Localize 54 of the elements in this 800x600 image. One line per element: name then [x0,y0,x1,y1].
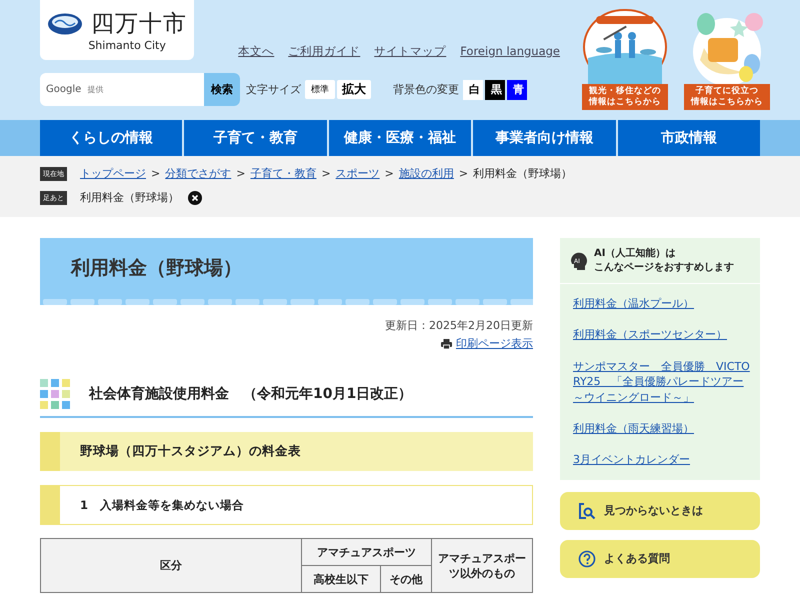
help-button[interactable]: 見つからないときは [560,492,760,530]
page-title: 利用料金（野球場） [71,256,242,280]
header-link[interactable]: サイトマップ [374,44,446,59]
banner-caption[interactable]: 子育てに役立つ 情報はこちらから [684,84,770,110]
nav-tab[interactable]: 市政情報 [618,120,760,156]
breadcrumb-link[interactable]: 分類でさがす [165,166,232,181]
background-color-button[interactable]: 青 [507,80,527,100]
breadcrumb-current: 利用料金（野球場） [473,166,572,181]
breadcrumb-link[interactable]: トップページ [80,166,146,181]
table-header: アマチュアスポーツ [302,538,432,566]
search-button[interactable]: 検索 [204,73,240,106]
recommended-link[interactable]: 利用料金（雨天練習場） [573,420,750,436]
background-color-button[interactable]: 白 [463,80,483,100]
recommended-link[interactable]: 利用料金（スポーツセンター） [573,327,750,343]
breadcrumb-link[interactable]: 子育て・教育 [250,166,316,181]
header-link[interactable]: 本文へ [238,44,274,59]
faq-button[interactable]: よくある質問 [560,540,760,578]
printer-icon [441,338,452,348]
background-color-button[interactable]: 黒 [485,80,505,100]
subsection-heading: 1 入場料金等を集めない場合 [80,498,244,512]
breadcrumb-separator: > [458,167,468,180]
recommendation-title: AI（人工知能）は こんなページをおすすめします [594,247,734,274]
table-header: その他 [380,566,432,592]
print-link[interactable]: 印刷ページ表示 [456,336,533,351]
table-header: 高校生以下 [302,566,380,592]
breadcrumb-separator: > [151,167,160,180]
tile-grid-icon [40,379,70,409]
recommended-link[interactable]: 利用料金（温水プール） [573,296,750,312]
question-icon [578,550,596,568]
text-size-button[interactable]: 拡大 [337,80,371,99]
header-link[interactable]: ご利用ガイド [288,44,360,59]
section-heading: 社会体育施設使用料金 （令和元年10月1日改正） [89,385,412,403]
table-header: 区分 [40,538,302,592]
text-size-button[interactable]: 標準 [305,80,335,99]
search-field[interactable]: Google 提供 検索 [40,73,240,106]
updated-date: 更新日：2025年2月20日更新 [385,318,533,333]
recommended-link[interactable]: 3月イベントカレンダー [573,452,750,468]
close-icon[interactable] [188,190,202,204]
site-logo[interactable]: 四万十市 Shimanto City [40,0,194,60]
text-size-label: 文字サイズ [246,82,301,97]
history-item[interactable]: 利用料金（野球場） [80,190,179,205]
header-link[interactable]: Foreign language [460,44,560,59]
table-header: アマチュアスポーツ以外のもの [432,538,532,592]
breadcrumb-separator: > [384,167,394,180]
subheading: 野球場（四万十スタジアム）の料金表 [80,443,301,460]
breadcrumb-link[interactable]: 施設の利用 [398,166,454,181]
recommended-link[interactable]: サンポマスター 全員優勝 VICTORY25 「全員優勝パレードツアー～ウイニングロード～」 [573,358,750,405]
document-search-icon [578,502,596,520]
breadcrumb-link[interactable]: スポーツ [336,166,380,181]
breadcrumb-separator: > [321,167,331,180]
background-color-label: 背景色の変更 [393,82,459,97]
banner-caption[interactable]: 観光・移住などの 情報はこちらから [582,84,668,110]
breadcrumb-separator: > [236,167,246,180]
city-emblem-icon [47,12,84,34]
